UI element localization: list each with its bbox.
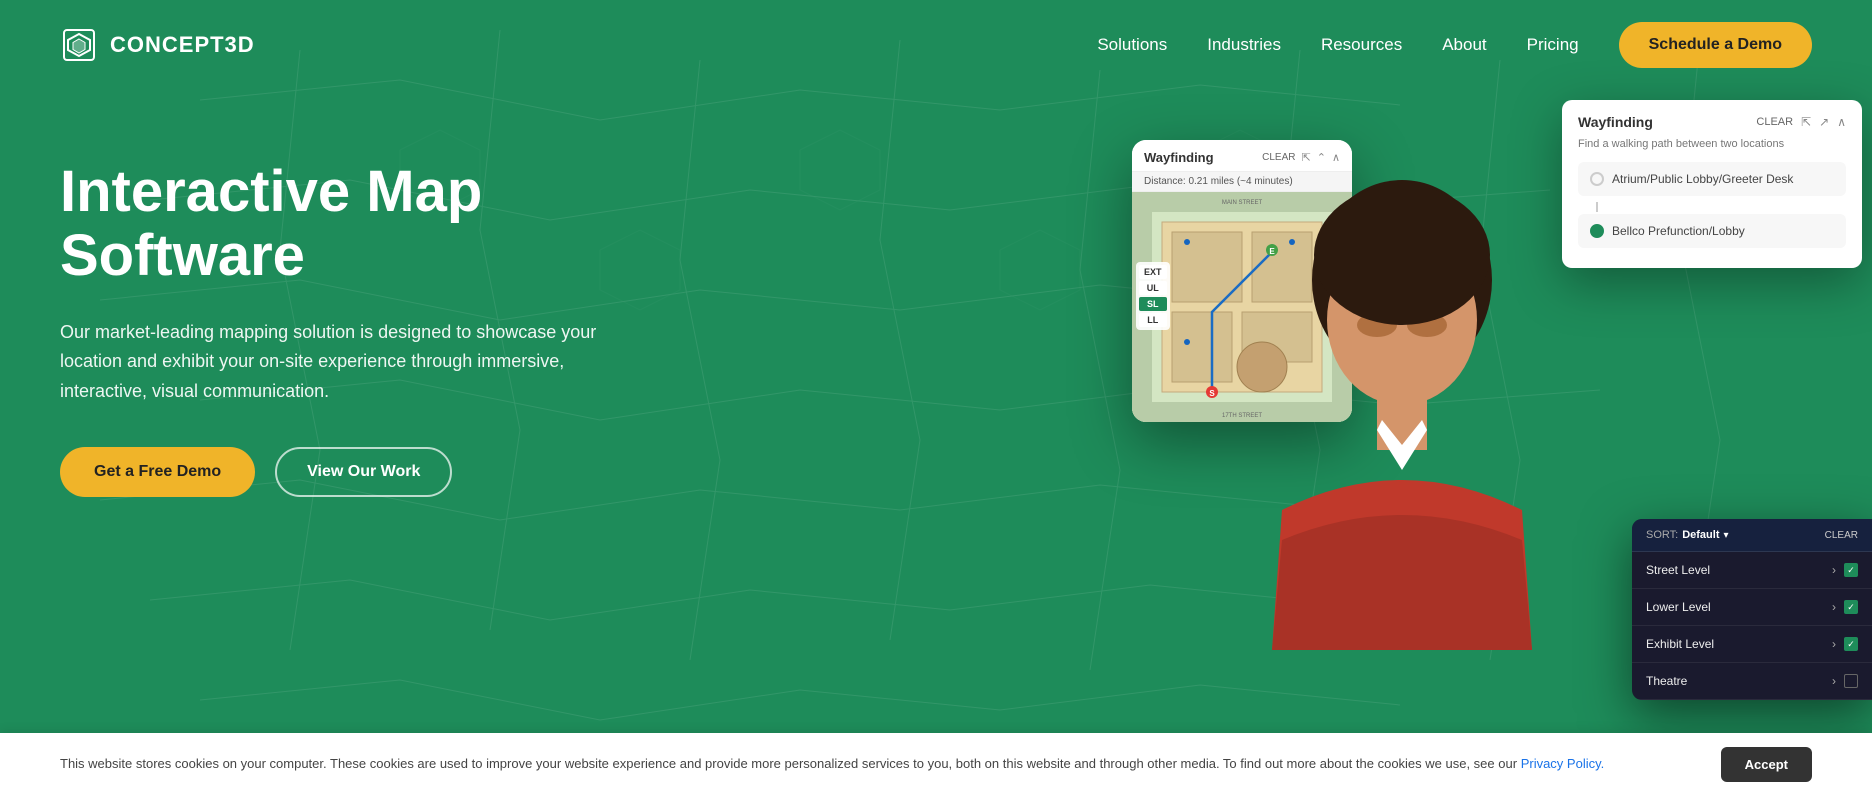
hero-title: Interactive Map Software <box>60 160 680 288</box>
wf-resize-icon: ⇱ <box>1801 115 1811 129</box>
get-demo-button[interactable]: Get a Free Demo <box>60 447 255 497</box>
wf-from-radio <box>1590 172 1604 186</box>
wf-connector-line <box>1596 202 1598 212</box>
nav-solutions[interactable]: Solutions <box>1097 35 1167 55</box>
fl-header: SORT: Default ▾ CLEAR <box>1632 519 1872 552</box>
map-panel-title: Wayfinding <box>1144 150 1214 165</box>
cookie-bar: This website stores cookies on your comp… <box>0 733 1872 796</box>
hero-visuals: Wayfinding CLEAR ⇱ ⌃ ∧ Distance: 0.21 mi… <box>1092 80 1872 760</box>
wf-title: Wayfinding <box>1578 114 1653 130</box>
nav-industries[interactable]: Industries <box>1207 35 1281 55</box>
wf-to-text: Bellco Prefunction/Lobby <box>1612 224 1745 238</box>
wf-controls: CLEAR ⇱ ↗ ∧ <box>1756 115 1846 129</box>
cookie-accept-button[interactable]: Accept <box>1721 747 1812 782</box>
cookie-text: This website stores cookies on your comp… <box>60 754 1691 775</box>
fl-chevron-icon-0: › <box>1832 563 1836 577</box>
wf-clear-button[interactable]: CLEAR <box>1756 116 1793 128</box>
floor-list-panel: SORT: Default ▾ CLEAR Street Level › ✓ L… <box>1632 519 1872 700</box>
hero-subtitle: Our market-leading mapping solution is d… <box>60 318 620 407</box>
wf-from-field[interactable]: Atrium/Public Lobby/Greeter Desk <box>1578 162 1846 196</box>
floor-ll[interactable]: LL <box>1139 313 1167 327</box>
floor-name-0: Street Level <box>1646 563 1710 577</box>
view-work-button[interactable]: View Our Work <box>275 447 452 497</box>
floor-selector: EXT UL SL LL <box>1136 262 1170 330</box>
wf-header: Wayfinding CLEAR ⇱ ↗ ∧ <box>1578 114 1846 130</box>
wf-subtitle: Find a walking path between two location… <box>1578 138 1846 150</box>
hero-section: CONCEPT3D Solutions Industries Resources… <box>0 0 1872 796</box>
floor-name-2: Exhibit Level <box>1646 637 1714 651</box>
wf-collapse-icon: ∧ <box>1837 115 1846 129</box>
fl-sort-value[interactable]: Default <box>1682 529 1719 541</box>
floor-ul[interactable]: UL <box>1139 281 1167 295</box>
fl-sort-chevron-icon: ▾ <box>1723 530 1728 541</box>
logo-area[interactable]: CONCEPT3D <box>60 26 255 64</box>
wf-to-field[interactable]: Bellco Prefunction/Lobby <box>1578 214 1846 248</box>
person-image <box>1252 160 1552 650</box>
nav-pricing[interactable]: Pricing <box>1527 35 1579 55</box>
fl-item-right-0: › ✓ <box>1832 563 1858 577</box>
nav-about[interactable]: About <box>1442 35 1486 55</box>
wf-to-radio <box>1590 224 1604 238</box>
main-nav: Solutions Industries Resources About Pri… <box>1097 22 1812 68</box>
hero-buttons: Get a Free Demo View Our Work <box>60 447 680 497</box>
fl-checkbox-2[interactable]: ✓ <box>1844 637 1858 651</box>
wayfinding-panel: Wayfinding CLEAR ⇱ ↗ ∧ Find a walking pa… <box>1562 100 1862 268</box>
fl-clear-button[interactable]: CLEAR <box>1825 530 1858 541</box>
fl-sort-label: SORT: <box>1646 529 1678 541</box>
fl-item-right-3: › <box>1832 674 1858 688</box>
floor-name-1: Lower Level <box>1646 600 1711 614</box>
floor-list-item-1[interactable]: Lower Level › ✓ <box>1632 589 1872 626</box>
fl-item-right-2: › ✓ <box>1832 637 1858 651</box>
floor-ext[interactable]: EXT <box>1139 265 1167 279</box>
svg-text:S: S <box>1209 389 1215 398</box>
fl-chevron-icon-2: › <box>1832 637 1836 651</box>
floor-name-3: Theatre <box>1646 674 1687 688</box>
fl-chevron-icon-1: › <box>1832 600 1836 614</box>
fl-checkbox-3[interactable] <box>1844 674 1858 688</box>
wf-share-icon: ↗ <box>1819 115 1829 129</box>
fl-checkbox-1[interactable]: ✓ <box>1844 600 1858 614</box>
floor-sl[interactable]: SL <box>1139 297 1167 311</box>
floor-list-item-3[interactable]: Theatre › <box>1632 663 1872 700</box>
floor-list-item-2[interactable]: Exhibit Level › ✓ <box>1632 626 1872 663</box>
fl-chevron-icon-3: › <box>1832 674 1836 688</box>
site-header: CONCEPT3D Solutions Industries Resources… <box>0 0 1872 90</box>
fl-checkbox-0[interactable]: ✓ <box>1844 563 1858 577</box>
nav-resources[interactable]: Resources <box>1321 35 1402 55</box>
logo-text: CONCEPT3D <box>110 32 255 58</box>
fl-sort-area: SORT: Default ▾ <box>1646 529 1729 541</box>
privacy-policy-link[interactable]: Privacy Policy. <box>1521 756 1605 771</box>
hero-content: Interactive Map Software Our market-lead… <box>60 160 680 497</box>
logo-icon <box>60 26 98 64</box>
floor-list-item-0[interactable]: Street Level › ✓ <box>1632 552 1872 589</box>
fl-item-right-1: › ✓ <box>1832 600 1858 614</box>
schedule-demo-button[interactable]: Schedule a Demo <box>1619 22 1812 68</box>
wf-from-text: Atrium/Public Lobby/Greeter Desk <box>1612 172 1793 186</box>
